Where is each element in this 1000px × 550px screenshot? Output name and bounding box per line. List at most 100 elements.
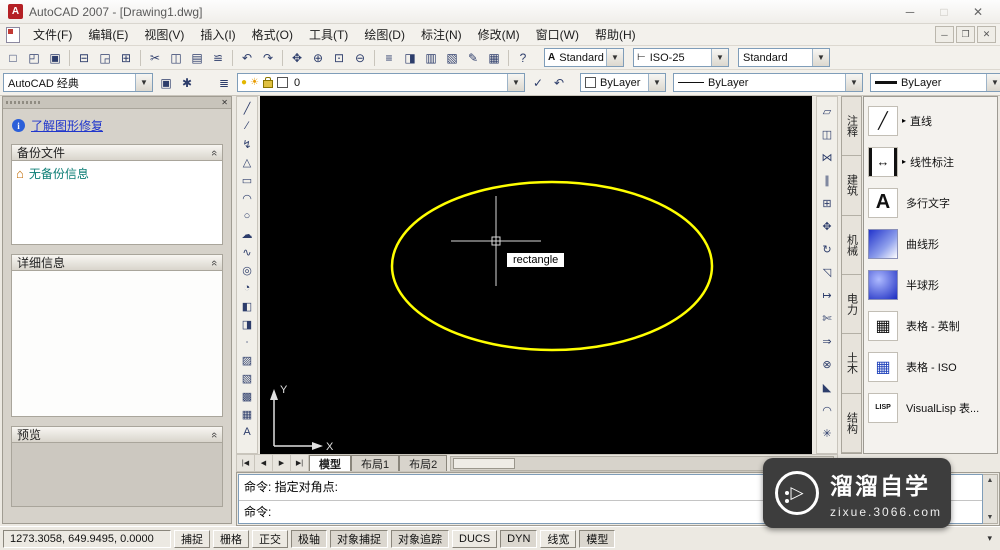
palette-item-table-imperial[interactable]: ▦ 表格 - 英制	[868, 308, 993, 343]
offset-button[interactable]: ∥	[818, 169, 836, 192]
minimize-button[interactable]: ─	[896, 5, 924, 19]
polar-toggle[interactable]: 极轴	[291, 529, 327, 548]
trim-button[interactable]: ✄	[818, 307, 836, 330]
point-button[interactable]: ∙	[238, 333, 256, 351]
markup-manager-button[interactable]: ✎	[463, 48, 483, 68]
zoom-window-button[interactable]: ⊡	[329, 48, 349, 68]
make-block-button[interactable]: ◨	[238, 315, 256, 333]
scale-button[interactable]: ◹	[818, 261, 836, 284]
collapse-chevron-icon[interactable]: «	[208, 149, 220, 155]
palette-grip[interactable]	[6, 101, 40, 104]
stretch-button[interactable]: ↦	[818, 284, 836, 307]
layer-combo[interactable]: ● ☀ 0 ▼	[237, 73, 525, 92]
layout-tab[interactable]: 布局1	[351, 455, 400, 471]
palette-item-table-iso[interactable]: ▦ 表格 - ISO	[868, 349, 993, 384]
revcloud-button[interactable]: ☁	[238, 225, 256, 243]
menu-item[interactable]: 视图(V)	[136, 24, 192, 45]
palette-item-linear-dim[interactable]: ↔ ▸ 线性标注	[868, 144, 993, 179]
quickcalc-button[interactable]: ▦	[484, 48, 504, 68]
copy-clip-button[interactable]: ◫	[166, 48, 186, 68]
mdi-minimize-button[interactable]: ─	[935, 26, 954, 43]
palette-tab[interactable]: 注释	[842, 97, 861, 157]
grid-toggle[interactable]: 栅格	[213, 529, 249, 548]
workspace-settings-button[interactable]: ✱	[177, 73, 197, 93]
sheetset-manager-button[interactable]: ▧	[442, 48, 462, 68]
polyline-button[interactable]: ↯	[238, 135, 256, 153]
insert-block-button[interactable]: ◧	[238, 297, 256, 315]
palette-item-curve[interactable]: 曲线形	[868, 226, 993, 261]
maximize-button[interactable]: □	[930, 5, 958, 19]
color-combo[interactable]: ByLayer ▼	[580, 73, 666, 92]
palette-tab[interactable]: 建筑	[842, 156, 861, 216]
layout-tab[interactable]: 模型	[309, 455, 351, 471]
ellipse-button[interactable]: ◎	[238, 261, 256, 279]
menu-item[interactable]: 标注(N)	[413, 24, 470, 45]
ellipse-arc-button[interactable]: ◔	[238, 279, 256, 297]
close-button[interactable]: ✕	[964, 5, 992, 19]
tab-nav-button[interactable]: ▶	[273, 455, 291, 471]
move-button[interactable]: ✥	[818, 215, 836, 238]
menu-item[interactable]: 工具(T)	[301, 24, 356, 45]
explode-button[interactable]: ✳	[818, 422, 836, 445]
mdi-close-button[interactable]: ✕	[977, 26, 996, 43]
redo-button[interactable]: ↷	[258, 48, 278, 68]
osnap-toggle[interactable]: 对象捕捉	[330, 529, 388, 548]
ducs-toggle[interactable]: DUCS	[452, 529, 498, 548]
palette-item-visuallisp[interactable]: LISP VisualLisp 表...	[868, 390, 993, 425]
save-button[interactable]: ▣	[45, 48, 65, 68]
menu-item[interactable]: 文件(F)	[25, 24, 80, 45]
table-style-combo[interactable]: Standard ▼	[738, 48, 830, 67]
palette-item-hemisphere[interactable]: 半球形	[868, 267, 993, 302]
drawing-canvas[interactable]: Y X rectangle	[260, 96, 812, 454]
designcenter-button[interactable]: ◨	[400, 48, 420, 68]
status-menu-arrow-icon[interactable]: ▾	[987, 533, 992, 544]
dyn-toggle[interactable]: DYN	[500, 529, 538, 548]
open-button[interactable]: ◰	[24, 48, 44, 68]
layout-tab[interactable]: 布局2	[399, 455, 448, 471]
menu-item[interactable]: 格式(O)	[244, 24, 301, 45]
lineweight-combo[interactable]: ByLayer ▼	[870, 73, 1000, 92]
palette-close-icon[interactable]: ✕	[221, 98, 228, 107]
linetype-combo[interactable]: ByLayer ▼	[673, 73, 863, 92]
mirror-button[interactable]: ⋈	[818, 146, 836, 169]
publish-button[interactable]: ⊞	[116, 48, 136, 68]
lineweight-toggle[interactable]: 线宽	[540, 529, 577, 548]
text-style-combo[interactable]: A Standard ▼	[544, 48, 624, 67]
snap-toggle[interactable]: 捕捉	[174, 529, 210, 548]
array-button[interactable]: ⊞	[818, 192, 836, 215]
layer-previous-button[interactable]: ↶	[549, 73, 569, 93]
fillet-button[interactable]: ◠	[818, 399, 836, 422]
properties-button[interactable]: ≡	[379, 48, 399, 68]
pan-button[interactable]: ✥	[287, 48, 307, 68]
mdi-restore-button[interactable]: ❐	[956, 26, 975, 43]
otrack-toggle[interactable]: 对象追踪	[391, 529, 449, 548]
zoom-previous-button[interactable]: ⊖	[350, 48, 370, 68]
palette-tab[interactable]: 机械	[842, 215, 861, 275]
menu-item[interactable]: 窗口(W)	[528, 24, 587, 45]
polygon-button[interactable]: △	[238, 153, 256, 171]
menu-item[interactable]: 修改(M)	[470, 24, 528, 45]
help-button[interactable]: ?	[513, 48, 533, 68]
mtext-button[interactable]: A	[238, 423, 256, 441]
menu-item[interactable]: 插入(I)	[192, 24, 243, 45]
tool-palettes-button[interactable]: ▥	[421, 48, 441, 68]
toolbar-separator[interactable]	[66, 48, 73, 68]
rotate-button[interactable]: ↻	[818, 238, 836, 261]
toolbar-separator[interactable]	[229, 48, 236, 68]
menu-item[interactable]: 绘图(D)	[356, 24, 413, 45]
copy-button[interactable]: ◫	[818, 123, 836, 146]
toolbar-separator[interactable]	[137, 48, 144, 68]
construction-line-button[interactable]: ∕	[238, 117, 256, 135]
make-object-layer-current-button[interactable]: ✓	[528, 73, 548, 93]
region-button[interactable]: ▩	[238, 387, 256, 405]
backup-section-header[interactable]: 备份文件 «	[11, 144, 223, 161]
toolbar-separator[interactable]	[279, 48, 286, 68]
scroll-down-icon[interactable]: ▼	[987, 514, 994, 521]
preview-section-header[interactable]: 预览 «	[11, 426, 223, 443]
menu-item[interactable]: 帮助(H)	[587, 24, 644, 45]
arc-button[interactable]: ◠	[238, 189, 256, 207]
workspace-combo[interactable]: AutoCAD 经典 ▼	[3, 73, 153, 92]
dim-style-combo[interactable]: ⊢ ISO-25 ▼	[633, 48, 729, 67]
gradient-button[interactable]: ▧	[238, 369, 256, 387]
table-button[interactable]: ▦	[238, 405, 256, 423]
